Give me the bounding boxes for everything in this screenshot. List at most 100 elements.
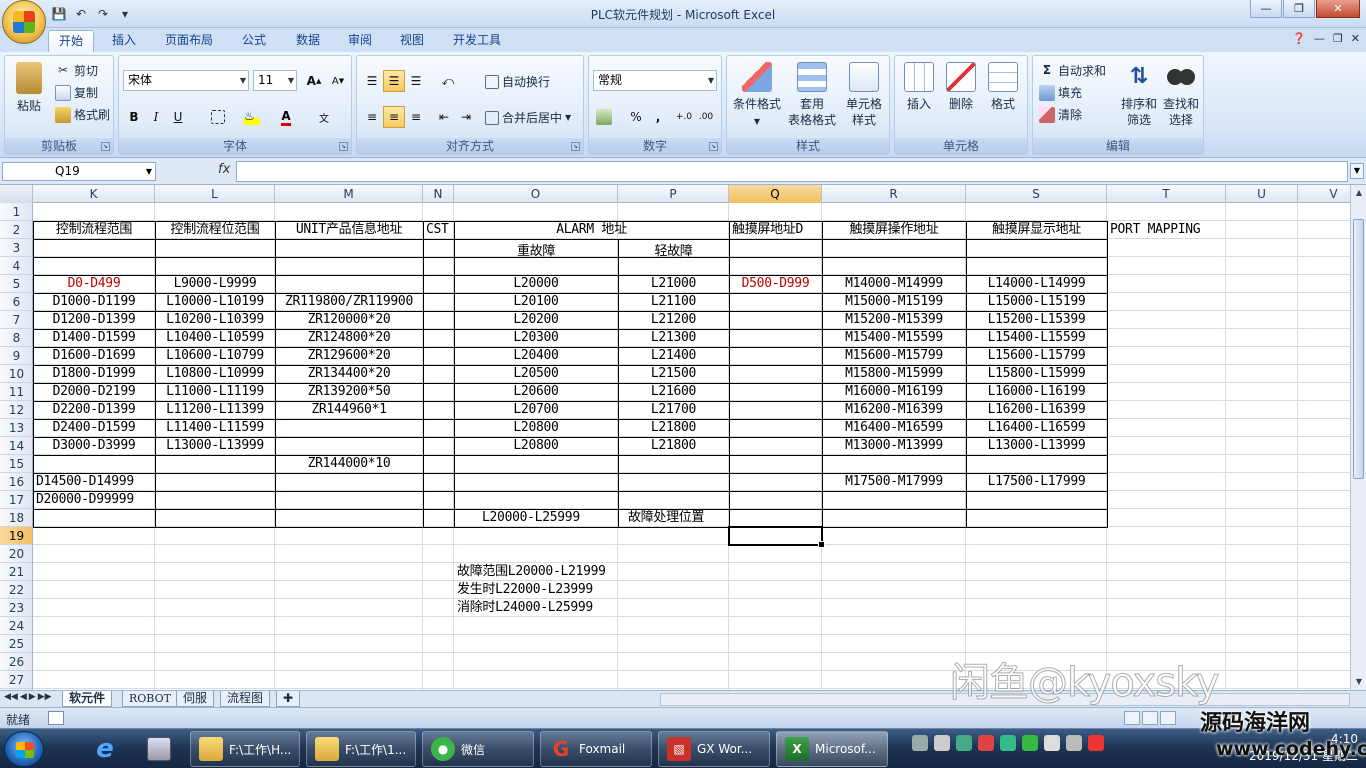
number-launcher-icon[interactable]: ↘ (709, 142, 718, 151)
find-select-button[interactable]: 查找和 选择 (1161, 62, 1201, 128)
close-button[interactable]: ✕ (1316, 0, 1360, 18)
cell-p6[interactable]: L21100 (618, 293, 729, 311)
cell-m8[interactable]: ZR124800*20 (275, 329, 423, 347)
row-header-3[interactable]: 3 (0, 239, 32, 257)
restore-button[interactable]: ❐ (1283, 0, 1315, 18)
cell-r12[interactable]: M16200-M16399 (822, 401, 966, 419)
cell-k9[interactable]: D1600-D1699 (33, 347, 155, 365)
expand-formula-icon[interactable]: ▼ (1350, 163, 1364, 179)
minimize-button[interactable]: — (1250, 0, 1282, 18)
first-sheet-icon[interactable]: ◀◀ (4, 692, 18, 702)
page-layout-view-icon[interactable] (1142, 711, 1158, 725)
cell-p9[interactable]: L21400 (618, 347, 729, 365)
column-header-s[interactable]: S (966, 185, 1107, 203)
row-header-24[interactable]: 24 (0, 617, 32, 635)
row-header-5[interactable]: 5 (0, 275, 32, 293)
cell-o23[interactable]: 消除时L24000-L25999 (457, 599, 593, 617)
cell-o22[interactable]: 发生时L22000-L23999 (457, 581, 593, 599)
cell-r8[interactable]: M15400-M15599 (822, 329, 966, 347)
cell-l2[interactable]: 控制流程位范围 (155, 221, 275, 239)
font-launcher-icon[interactable]: ↘ (339, 142, 348, 151)
cell-m7[interactable]: ZR120000*20 (275, 311, 423, 329)
row-header-22[interactable]: 22 (0, 581, 32, 599)
task-excel[interactable]: X Microsof... (776, 731, 888, 767)
cell-r9[interactable]: M15600-M15799 (822, 347, 966, 365)
tray-app-icon[interactable] (1088, 735, 1104, 751)
clipboard-launcher-icon[interactable]: ↘ (101, 142, 110, 151)
tab-insert[interactable]: 插入 (102, 30, 146, 52)
tab-view[interactable]: 视图 (390, 30, 434, 52)
cell-o21[interactable]: 故障范围L20000-L21999 (457, 563, 606, 581)
decrease-decimal-button[interactable]: .00 (695, 106, 717, 128)
task-foxmail[interactable]: G Foxmail (540, 731, 652, 767)
row-header-4[interactable]: 4 (0, 257, 32, 275)
cell-k11[interactable]: D2000-D2199 (33, 383, 155, 401)
underline-button[interactable]: U (167, 106, 189, 128)
tab-review[interactable]: 审阅 (338, 30, 382, 52)
scroll-down-icon[interactable]: ▼ (1352, 675, 1366, 689)
row-header-1[interactable]: 1 (0, 203, 32, 221)
cell-o14[interactable]: L20800 (454, 437, 618, 455)
row-header-18[interactable]: 18 (0, 509, 32, 527)
cell-l6[interactable]: L10000-L10199 (155, 293, 275, 311)
cell-r13[interactable]: M16400-M16599 (822, 419, 966, 437)
tab-formulas[interactable]: 公式 (232, 30, 276, 52)
row-header-25[interactable]: 25 (0, 635, 32, 653)
column-header-t[interactable]: T (1107, 185, 1226, 203)
align-middle-button[interactable]: ☰ (383, 70, 405, 92)
cell-r10[interactable]: M15800-M15999 (822, 365, 966, 383)
paste-button[interactable]: 粘贴 (9, 62, 49, 114)
cut-button[interactable]: ✂ 剪切 (55, 62, 98, 79)
row-header-26[interactable]: 26 (0, 653, 32, 671)
merge-center-button[interactable]: 合并后居中 ▼ (485, 109, 571, 126)
format-as-table-button[interactable]: 套用 表格格式 (785, 62, 839, 128)
percent-button[interactable]: % (625, 106, 647, 128)
tab-page-layout[interactable]: 页面布局 (156, 30, 222, 52)
tray-app-icon[interactable] (978, 735, 994, 751)
cell-o12[interactable]: L20700 (454, 401, 618, 419)
row-header-10[interactable]: 10 (0, 365, 32, 383)
bold-button[interactable]: B (123, 106, 145, 128)
grow-font-button[interactable]: A ▲ (303, 70, 325, 92)
phonetic-button[interactable]: 文 (313, 106, 335, 128)
doc-close-icon[interactable]: ✕ (1351, 32, 1360, 45)
cell-k5[interactable]: D0-D499 (33, 275, 155, 293)
cell-l7[interactable]: L10200-L10399 (155, 311, 275, 329)
tab-home[interactable]: 开始 (48, 30, 94, 52)
tab-data[interactable]: 数据 (286, 30, 330, 52)
scroll-up-icon[interactable]: ▲ (1352, 186, 1366, 200)
row-header-23[interactable]: 23 (0, 599, 32, 617)
clear-button[interactable]: 清除 (1039, 106, 1082, 123)
cell-r5[interactable]: M14000-M14999 (822, 275, 966, 293)
normal-view-icon[interactable] (1124, 711, 1140, 725)
orientation-button[interactable]: ⤺ (437, 70, 459, 92)
cell-r2[interactable]: 触摸屏操作地址 (822, 221, 966, 239)
cell-m11[interactable]: ZR139200*50 (275, 383, 423, 401)
comma-button[interactable]: , (647, 106, 669, 128)
autosum-button[interactable]: Σ 自动求和 (1039, 62, 1106, 79)
sheet-tab-robot[interactable]: ROBOT (122, 691, 178, 707)
cell-q5[interactable]: D500-D999 (729, 275, 822, 293)
cell-p7[interactable]: L21200 (618, 311, 729, 329)
column-header-m[interactable]: M (275, 185, 423, 203)
cell-r11[interactable]: M16000-M16199 (822, 383, 966, 401)
cell-r6[interactable]: M15000-M15199 (822, 293, 966, 311)
row-header-21[interactable]: 21 (0, 563, 32, 581)
cell-l14[interactable]: L13000-L13999 (155, 437, 275, 455)
cell-s14[interactable]: L13000-L13999 (966, 437, 1107, 455)
cell-p5[interactable]: L21000 (618, 275, 729, 293)
task-wechat[interactable]: ● 微信 (422, 731, 534, 767)
delete-cells-button[interactable]: 删除 (941, 62, 981, 112)
keyboard-icon[interactable] (912, 735, 928, 751)
row-header-12[interactable]: 12 (0, 401, 32, 419)
cell-p18[interactable]: 故障处理位置 (628, 509, 705, 527)
cell-k12[interactable]: D2200-D1399 (33, 401, 155, 419)
shield-icon[interactable] (1066, 735, 1082, 751)
row-header-11[interactable]: 11 (0, 383, 32, 401)
tab-developer[interactable]: 开发工具 (444, 30, 510, 52)
cell-s10[interactable]: L15800-L15999 (966, 365, 1107, 383)
macro-record-icon[interactable] (48, 711, 64, 725)
task-gx-works[interactable]: ▧ GX Wor... (658, 731, 770, 767)
fill-color-button[interactable]: ♨ (241, 106, 263, 128)
cell-o10[interactable]: L20500 (454, 365, 618, 383)
